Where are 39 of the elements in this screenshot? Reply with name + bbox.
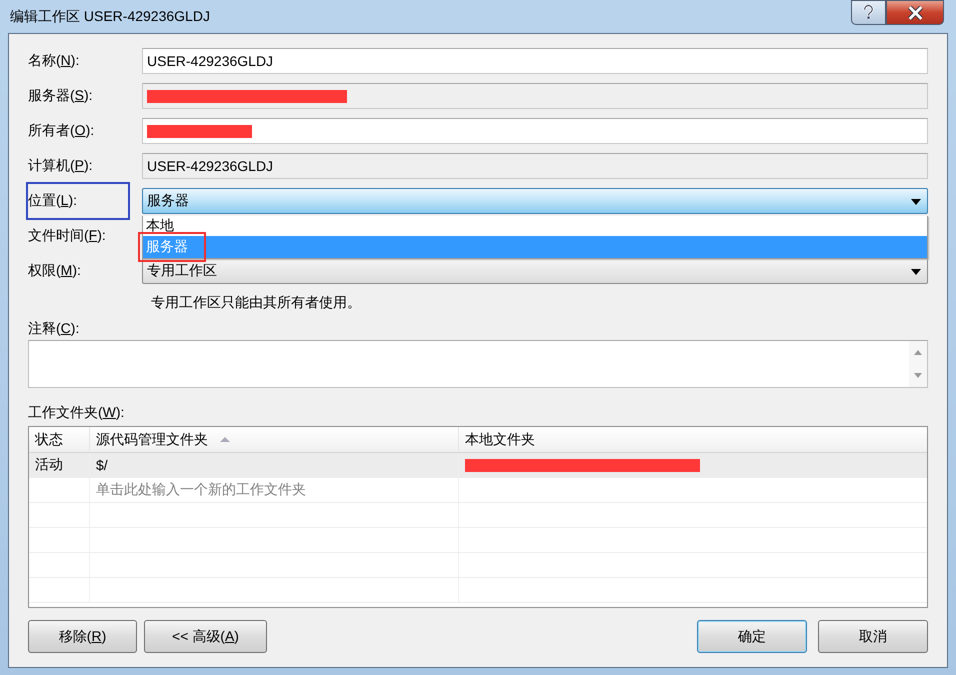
sort-ascending-icon [220,437,230,442]
window-title: 编辑工作区 USER-429236GLDJ [10,8,210,26]
text-field[interactable] [142,118,928,144]
dropdown-field[interactable]: 服务器 [142,188,928,214]
scroll-up-arrow-icon [914,350,922,355]
column-header[interactable]: 源代码管理文件夹 [90,427,459,452]
field-label: 权限(M): [28,262,81,280]
close-icon [906,6,924,20]
help-button[interactable] [851,0,886,25]
field-label: 服务器(S): [28,87,93,105]
field-label: 文件时间(F): [28,227,106,245]
comment-label: 注释(C): [28,320,80,338]
column-header[interactable]: 本地文件夹 [459,427,927,452]
field-label: 所有者(O): [28,122,94,140]
dialog-button[interactable]: 移除(R) [28,620,137,653]
dialog-button[interactable]: 确定 [697,620,807,653]
dialog-button[interactable]: << 高级(A) [144,620,267,653]
column-header[interactable]: 状态 [29,427,90,452]
scroll-down-arrow-icon [914,373,922,378]
new-folder-placeholder[interactable]: 单击此处输入一个新的工作文件夹 [90,478,459,502]
dropdown-field[interactable]: 专用工作区 [142,258,928,284]
scrollbar[interactable] [909,341,927,387]
field-label: 名称(N): [28,52,80,70]
text-field[interactable]: USER-429236GLDJ [142,48,928,74]
dropdown-caret-icon [911,199,921,205]
dialog-button[interactable]: 取消 [818,620,928,653]
readonly-field: USER-429236GLDJ [142,153,928,179]
dropdown-caret-icon [911,269,921,275]
table-row[interactable]: 活动 $/ [29,453,927,478]
table-cell: 活动 [29,453,90,477]
field-label: 位置(L): [28,192,78,210]
table-cell: $/ [90,453,459,477]
dropdown-option[interactable]: 本地 [143,216,927,236]
question-mark-icon [862,5,875,20]
permission-note: 专用工作区只能由其所有者使用。 [151,294,361,310]
close-button[interactable] [886,0,944,25]
folders-label: 工作文件夹(W): [28,404,126,422]
field-label: 计算机(P): [28,157,93,175]
comment-field[interactable] [28,340,928,388]
